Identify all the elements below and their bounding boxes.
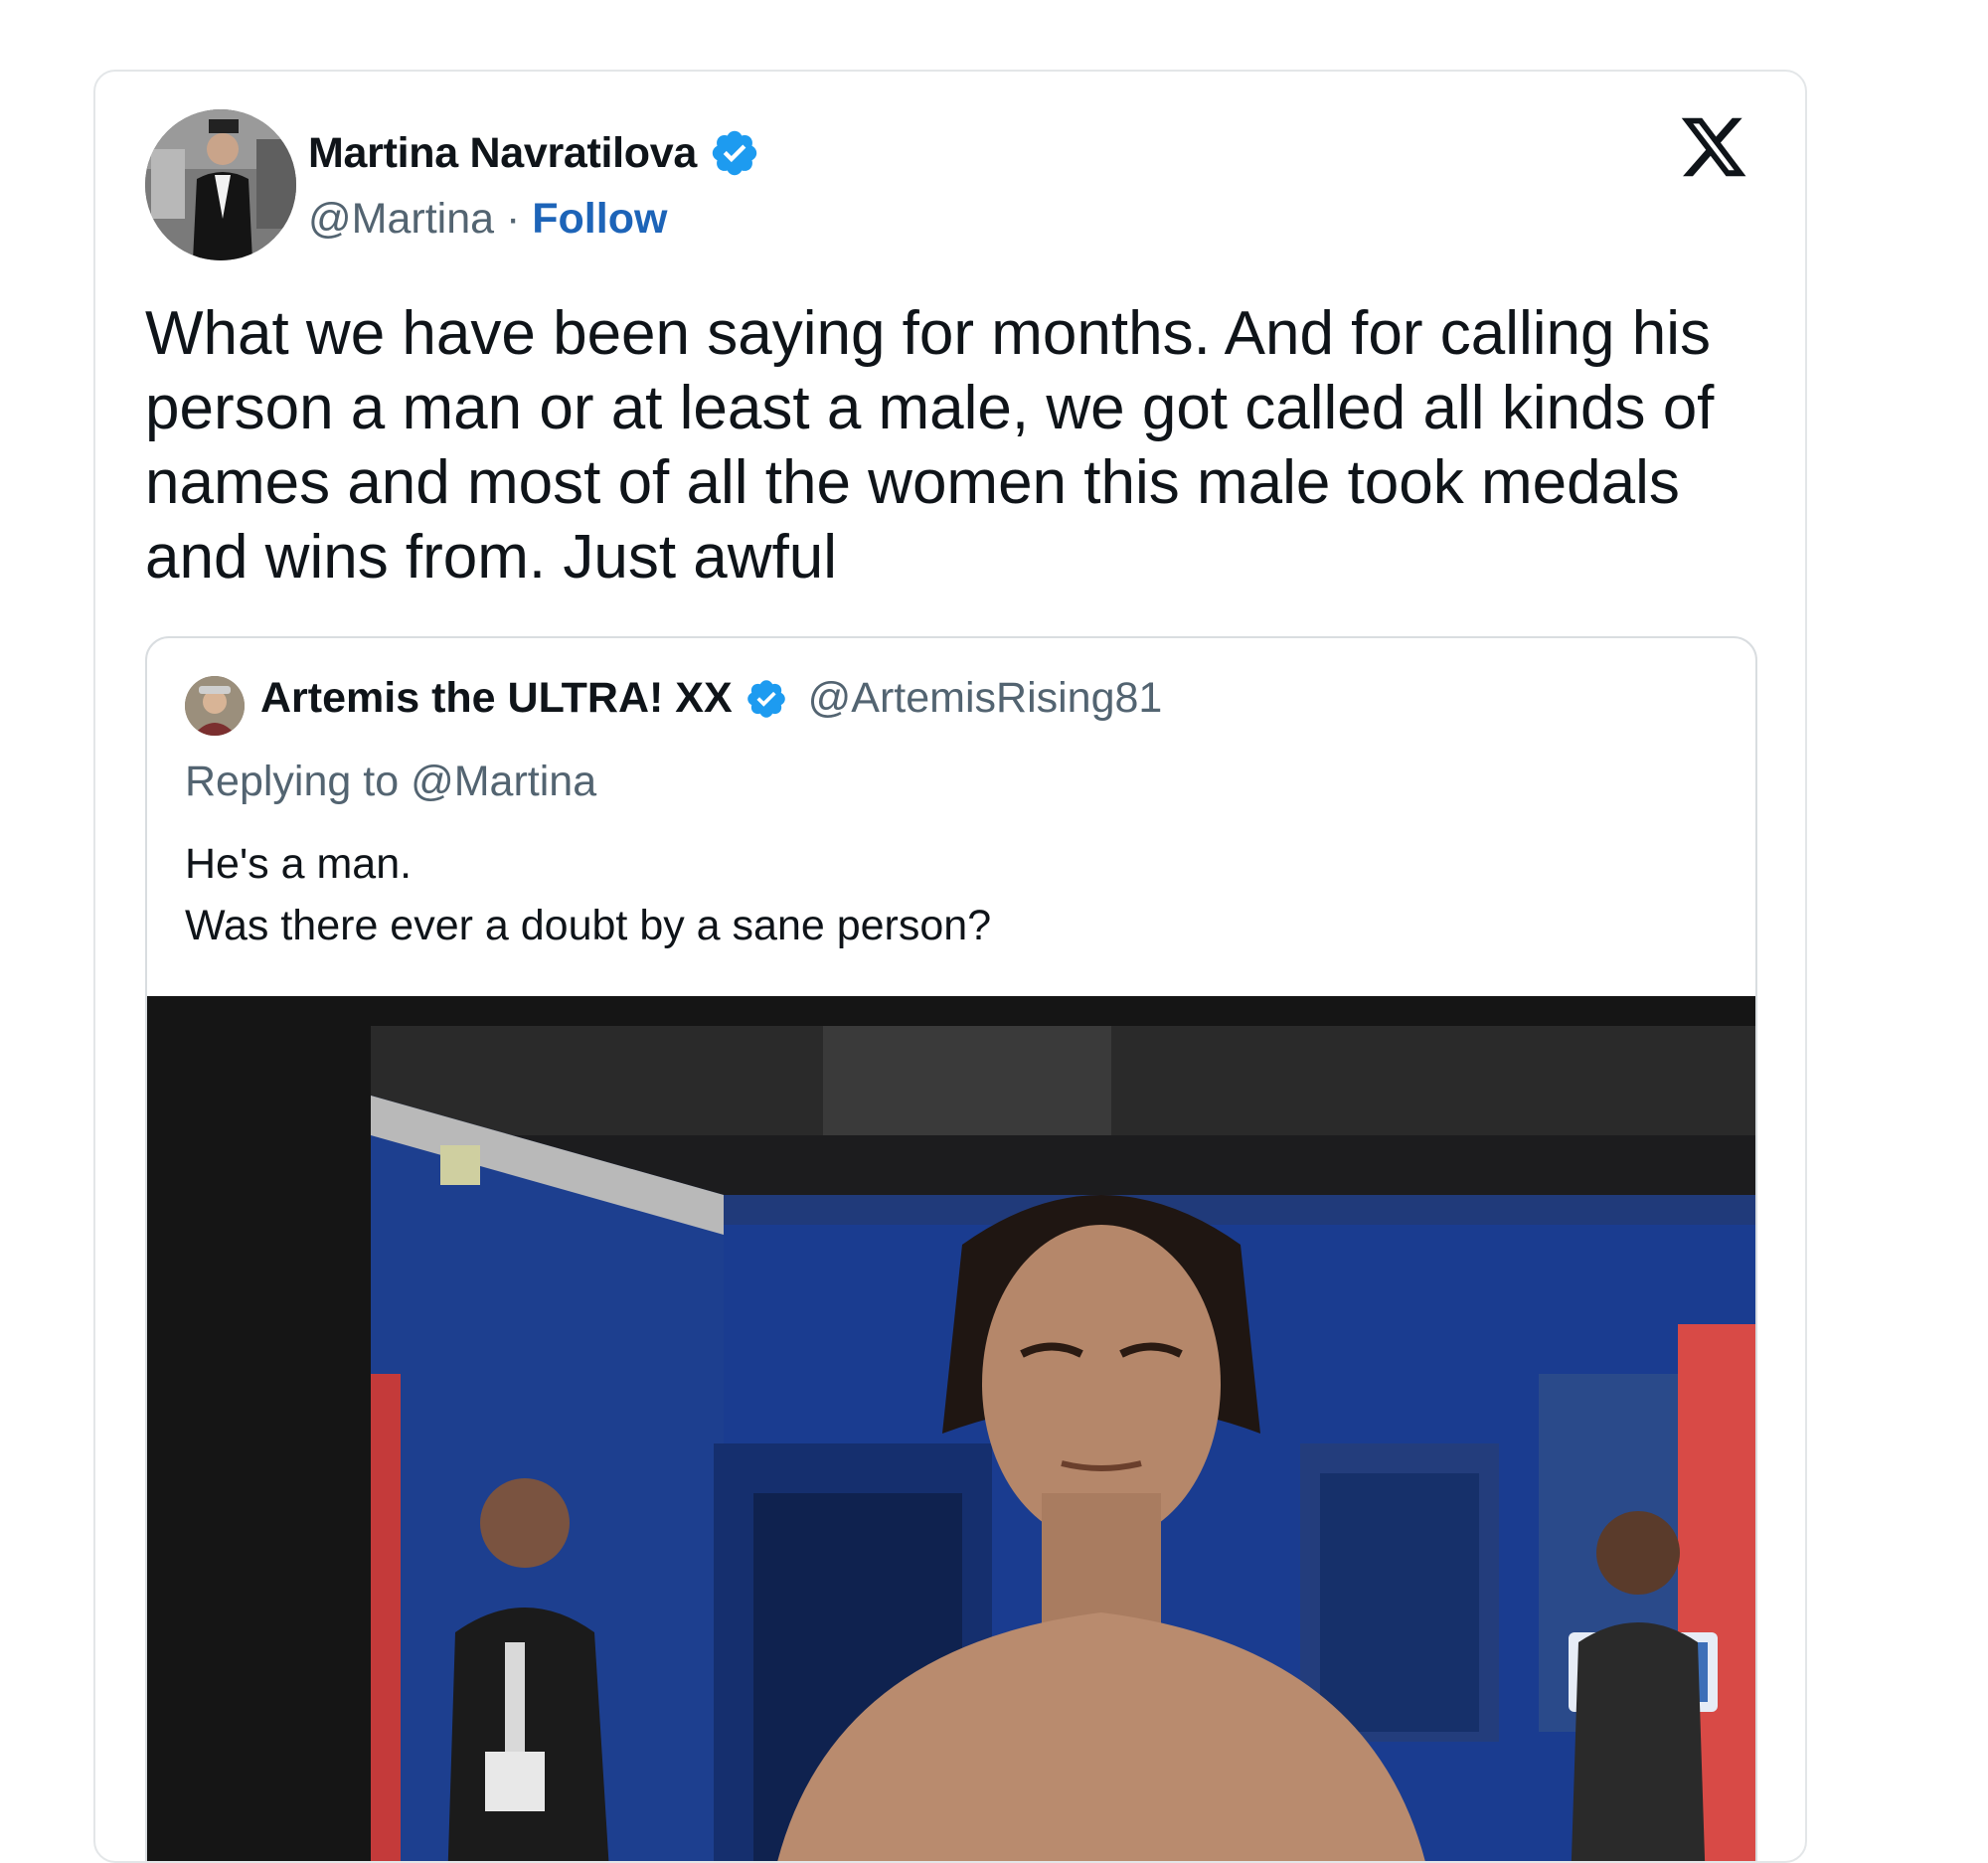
photo-image bbox=[147, 996, 1755, 1861]
quoted-media-photo[interactable] bbox=[147, 996, 1755, 1861]
quoted-author-row: Artemis the ULTRA! XX @ArtemisRising81 bbox=[260, 674, 1162, 723]
author-avatar[interactable] bbox=[145, 109, 296, 260]
quoted-author-name[interactable]: Artemis the ULTRA! XX bbox=[260, 674, 733, 723]
avatar-image bbox=[145, 109, 296, 260]
quoted-text-line: Was there ever a doubt by a sane person? bbox=[185, 902, 992, 949]
handle-separator: · bbox=[494, 195, 533, 243]
quoted-tweet[interactable]: Artemis the ULTRA! XX @ArtemisRising81 R… bbox=[145, 636, 1757, 1861]
quoted-text: He's a man. Was there ever a doubt by a … bbox=[185, 833, 991, 956]
author-name-row: Martina Navratilova bbox=[308, 127, 760, 179]
verified-badge-icon bbox=[746, 679, 785, 718]
author-handle-row: @Martina · Follow bbox=[308, 195, 667, 244]
quoted-text-line: He's a man. bbox=[185, 840, 413, 888]
verified-badge-icon bbox=[712, 130, 757, 176]
author-handle[interactable]: @Martina bbox=[308, 195, 494, 243]
x-logo-icon[interactable] bbox=[1678, 111, 1749, 183]
quoted-avatar-image bbox=[185, 676, 245, 736]
author-name[interactable]: Martina Navratilova bbox=[308, 129, 697, 178]
follow-button[interactable]: Follow bbox=[532, 195, 667, 243]
replying-to[interactable]: Replying to @Martina bbox=[185, 758, 596, 806]
tweet-text: What we have been saying for months. And… bbox=[145, 299, 1732, 592]
tweet-card[interactable]: Martina Navratilova @Martina · Follow Wh… bbox=[93, 70, 1807, 1863]
quoted-author-avatar[interactable] bbox=[185, 676, 245, 736]
quoted-author-handle[interactable]: @ArtemisRising81 bbox=[808, 674, 1163, 723]
